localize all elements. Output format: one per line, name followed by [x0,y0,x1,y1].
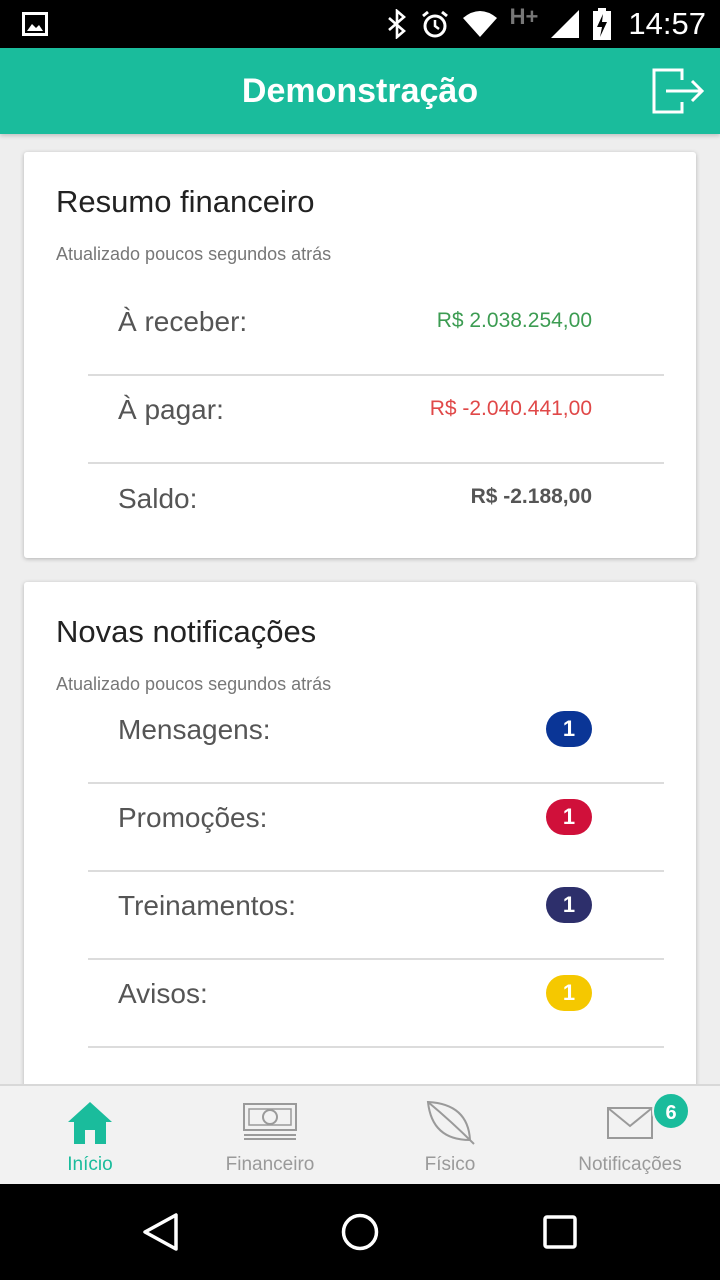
system-navigation-bar [0,1184,720,1280]
trainings-row[interactable]: Treinamentos: 1 [88,872,664,960]
balance-row[interactable]: Saldo: R$ -2.188,00 [88,464,664,552]
receivable-row[interactable]: À receber: R$ 2.038.254,00 [88,288,664,376]
card-subtitle: Atualizado poucos segundos atrás [56,674,332,694]
recents-icon[interactable] [542,1212,578,1257]
status-bar: H+ 14:57 [0,0,720,48]
notices-row[interactable]: Avisos: 1 [88,960,664,1048]
row-label: À pagar: [118,394,224,426]
card-title: Resumo financeiro [56,184,315,219]
logout-button[interactable] [652,68,706,114]
battery-charging-icon [592,8,612,40]
receivable-value: R$ 2.038.254,00 [436,308,592,332]
nav-item-financeiro[interactable]: Financeiro [180,1086,360,1186]
nav-item-inicio[interactable]: Início [0,1086,180,1186]
messages-row[interactable]: Mensagens: 1 [88,696,664,784]
logout-icon [652,68,705,114]
nav-item-notificacoes[interactable]: 6 Notificações [540,1086,720,1186]
row-label: Avisos: [118,978,208,1010]
home-icon [66,1100,114,1151]
home-circle-icon[interactable] [340,1212,380,1257]
row-label: Promoções: [118,802,268,834]
bluetooth-icon [386,9,408,39]
trainings-count-badge: 1 [546,886,592,923]
status-time: 14:57 [628,6,706,41]
money-icon [242,1100,298,1147]
page-title: Demonstração [241,72,479,110]
signal-icon [550,9,580,39]
nav-label: Notificações [578,1154,682,1175]
nav-item-fisico[interactable]: Físico [360,1086,540,1186]
leaf-icon [424,1100,476,1151]
notices-count-badge: 1 [546,974,592,1011]
nav-label: Físico [424,1154,476,1175]
row-label: À receber: [118,306,248,338]
image-icon [22,12,48,41]
row-label: Mensagens: [118,714,271,746]
row-label: Treinamentos: [118,890,296,922]
notifications-card: Novas notificações Atualizado poucos seg… [24,582,696,1084]
messages-count-badge: 1 [546,710,592,747]
card-subtitle: Atualizado poucos segundos atrás [56,244,332,264]
promotions-count-badge: 1 [546,798,592,835]
envelope-icon [606,1100,654,1145]
row-label: Saldo: [118,483,198,515]
network-type: H+ [509,4,539,29]
finance-summary-card: Resumo financeiro Atualizado poucos segu… [24,152,696,558]
app-bar: Demonstração [0,48,720,134]
promotions-row[interactable]: Promoções: 1 [88,784,664,872]
wifi-icon [462,10,498,38]
payable-value: R$ -2.040.441,00 [429,396,592,420]
back-icon[interactable] [140,1212,180,1257]
notifications-badge: 6 [652,1092,690,1130]
card-title: Novas notificações [56,614,317,649]
nav-label: Financeiro [225,1154,315,1175]
alarm-icon [420,9,450,39]
balance-value: R$ -2.188,00 [470,485,592,509]
payable-row[interactable]: À pagar: R$ -2.040.441,00 [88,376,664,464]
nav-label: Início [67,1154,113,1175]
main-content[interactable]: Resumo financeiro Atualizado poucos segu… [0,134,720,1084]
bottom-navigation: Início Financeiro Físico 6 Notificações [0,1084,720,1184]
